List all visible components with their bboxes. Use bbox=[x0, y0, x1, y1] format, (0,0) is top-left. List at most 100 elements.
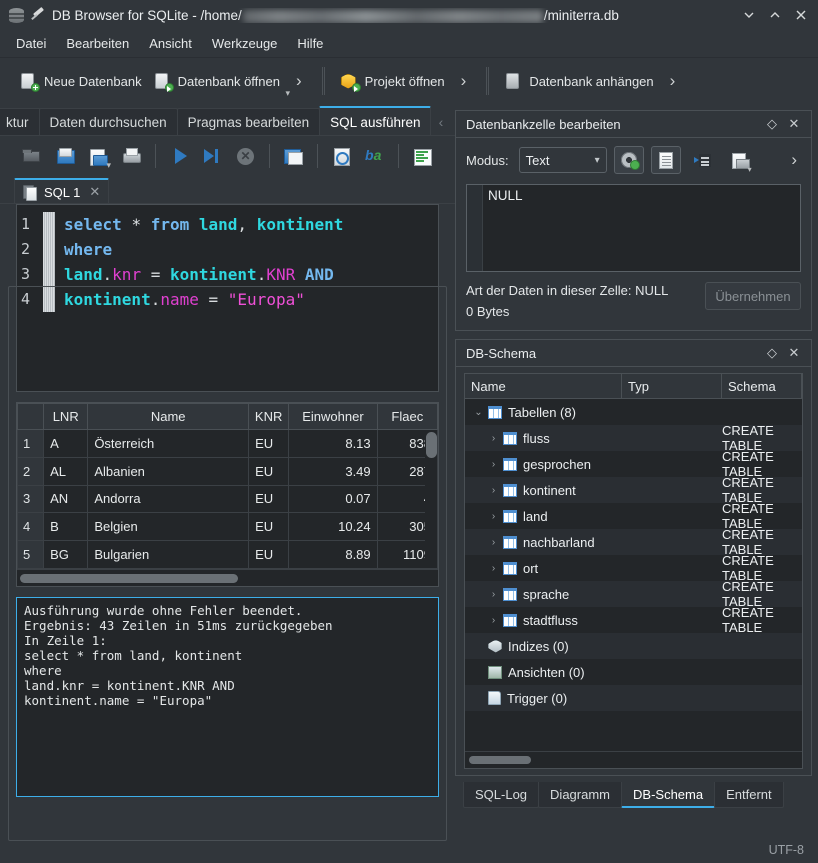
close-icon[interactable]: ✕ bbox=[783, 342, 805, 364]
chevron-right-icon[interactable]: › bbox=[487, 537, 500, 548]
save-results-button[interactable] bbox=[277, 141, 310, 171]
find-replace-button[interactable] bbox=[325, 141, 358, 171]
cell-knr[interactable]: EU bbox=[249, 513, 289, 541]
maximize-icon[interactable] bbox=[762, 2, 788, 28]
new-database-button[interactable]: Neue Datenbank bbox=[14, 69, 148, 94]
tab-prev-icon[interactable]: ‹ bbox=[432, 114, 449, 130]
cell-knr[interactable]: EU bbox=[249, 457, 289, 485]
results-horizontal-scrollbar[interactable] bbox=[17, 569, 438, 586]
chevron-right-icon[interactable]: › bbox=[487, 511, 500, 522]
float-icon[interactable]: ◇ bbox=[761, 113, 783, 135]
cell-lnr[interactable]: B bbox=[44, 513, 88, 541]
results-corner-header[interactable] bbox=[18, 404, 44, 430]
chevron-right-icon[interactable]: › bbox=[487, 589, 500, 600]
toolbar-overflow-3[interactable]: › bbox=[660, 71, 686, 91]
schema-col-name[interactable]: Name bbox=[465, 374, 622, 399]
results-vertical-scrollbar[interactable] bbox=[425, 430, 437, 568]
schema-tree-row[interactable]: ›stadtflussCREATE TABLE bbox=[465, 607, 802, 633]
close-icon[interactable]: ✕ bbox=[783, 113, 805, 135]
results-column-header[interactable]: LNR bbox=[44, 404, 88, 430]
table-row[interactable]: 5BGBulgarienEU8.891109 bbox=[18, 541, 438, 569]
cell-knr[interactable]: EU bbox=[249, 430, 289, 458]
float-icon[interactable]: ◇ bbox=[761, 342, 783, 364]
chevron-down-icon[interactable]: ▾ bbox=[285, 88, 290, 99]
schema-tree-row[interactable]: ›flussCREATE TABLE bbox=[465, 425, 802, 451]
format-sql-button[interactable] bbox=[406, 141, 439, 171]
save-sql-file-button[interactable]: ▾ bbox=[82, 141, 115, 171]
tab-daten-durchsuchen[interactable]: Daten durchsuchen bbox=[39, 108, 178, 136]
apply-data-button[interactable] bbox=[614, 146, 644, 174]
cell-toolbar-overflow[interactable]: › bbox=[785, 150, 803, 170]
open-project-button[interactable]: Projekt öffnen bbox=[335, 69, 451, 94]
close-icon[interactable]: ✕ bbox=[89, 184, 100, 200]
row-header[interactable]: 2 bbox=[18, 457, 44, 485]
chevron-right-icon[interactable]: › bbox=[487, 615, 500, 626]
cell-knr[interactable]: EU bbox=[249, 485, 289, 513]
tab-datenbankstruktur[interactable]: ktur bbox=[0, 108, 40, 136]
cell-lnr[interactable]: BG bbox=[44, 541, 88, 569]
cell-name[interactable]: Albanien bbox=[88, 457, 249, 485]
schema-col-typ[interactable]: Typ bbox=[622, 374, 722, 399]
cell-knr[interactable]: EU bbox=[249, 541, 289, 569]
menu-werkzeuge[interactable]: Werkzeuge bbox=[202, 33, 288, 54]
table-row[interactable]: 1AÖsterreichEU8.13838 bbox=[18, 430, 438, 458]
mode-select[interactable]: Text ▾ bbox=[519, 147, 607, 173]
sql-doc-tab-1[interactable]: SQL 1 ✕ bbox=[14, 178, 109, 204]
pin-icon[interactable] bbox=[30, 7, 46, 23]
execution-log[interactable]: Ausführung wurde ohne Fehler beendet. Er… bbox=[16, 597, 439, 797]
results-column-header[interactable]: Name bbox=[88, 404, 249, 430]
schema-tree-row[interactable]: ⌄Tabellen (8) bbox=[465, 399, 802, 425]
results-grid[interactable]: LNRNameKNREinwohnerFlaec1AÖsterreichEU8.… bbox=[16, 402, 439, 587]
cell-lnr[interactable]: A bbox=[44, 430, 88, 458]
close-icon[interactable] bbox=[788, 2, 814, 28]
row-header[interactable]: 5 bbox=[18, 541, 44, 569]
open-database-button[interactable]: Datenbank öffnen ▾ bbox=[148, 69, 286, 94]
auto-complete-button[interactable]: ba bbox=[358, 141, 391, 171]
table-row[interactable]: 2ALAlbanienEU3.49287 bbox=[18, 457, 438, 485]
schema-tree-row[interactable]: Ansichten (0) bbox=[465, 659, 802, 685]
apply-button[interactable]: Übernehmen bbox=[705, 282, 801, 310]
open-sql-file-button[interactable] bbox=[49, 141, 82, 171]
schema-col-schema[interactable]: Schema bbox=[722, 374, 802, 399]
results-column-header[interactable]: Einwohner bbox=[289, 404, 377, 430]
dock-tab-diagramm[interactable]: Diagramm bbox=[538, 782, 622, 808]
results-column-header[interactable]: KNR bbox=[249, 404, 289, 430]
minimize-icon[interactable] bbox=[736, 2, 762, 28]
chevron-down-icon[interactable]: ▾ bbox=[748, 165, 752, 174]
sql-code-text[interactable]: select * from land, kontinentwhereland.k… bbox=[55, 205, 438, 391]
cell-einwohner[interactable]: 8.13 bbox=[289, 430, 377, 458]
tab-pragmas-bearbeiten[interactable]: Pragmas bearbeiten bbox=[177, 108, 321, 136]
chevron-right-icon[interactable]: › bbox=[487, 433, 500, 444]
schema-tree-row[interactable]: ›spracheCREATE TABLE bbox=[465, 581, 802, 607]
menu-hilfe[interactable]: Hilfe bbox=[287, 33, 333, 54]
execute-line-button[interactable] bbox=[196, 141, 229, 171]
schema-tree-box[interactable]: Name Typ Schema ⌄Tabellen (8)›flussCREAT… bbox=[464, 373, 803, 769]
row-header[interactable]: 3 bbox=[18, 485, 44, 513]
chevron-right-icon[interactable]: › bbox=[487, 459, 500, 470]
menu-datei[interactable]: Datei bbox=[6, 33, 56, 54]
cell-value-editor[interactable]: NULL bbox=[466, 184, 801, 272]
chevron-down-icon[interactable]: ▾ bbox=[106, 160, 111, 171]
new-tab-button[interactable] bbox=[16, 141, 49, 171]
attach-database-button[interactable]: Datenbank anhängen bbox=[499, 69, 659, 94]
toolbar-overflow-2[interactable]: › bbox=[451, 71, 477, 91]
execute-all-button[interactable] bbox=[163, 141, 196, 171]
set-as-null-button[interactable] bbox=[688, 146, 718, 174]
dock-tab-sql-log[interactable]: SQL-Log bbox=[463, 782, 539, 808]
schema-tree-row[interactable]: ›landCREATE TABLE bbox=[465, 503, 802, 529]
sql-editor[interactable]: 1 2 3 4 select * from land, kontinentwhe… bbox=[16, 204, 439, 392]
dock-tab-db-schema[interactable]: DB-Schema bbox=[621, 782, 715, 808]
menu-bearbeiten[interactable]: Bearbeiten bbox=[56, 33, 139, 54]
schema-tree-row[interactable]: ›ortCREATE TABLE bbox=[465, 555, 802, 581]
cell-name[interactable]: Bulgarien bbox=[88, 541, 249, 569]
cell-lnr[interactable]: AL bbox=[44, 457, 88, 485]
tab-sql-ausfuehren[interactable]: SQL ausführen bbox=[319, 106, 431, 136]
table-row[interactable]: 3ANAndorraEU0.074 bbox=[18, 485, 438, 513]
cell-einwohner[interactable]: 0.07 bbox=[289, 485, 377, 513]
menu-ansicht[interactable]: Ansicht bbox=[139, 33, 202, 54]
chevron-right-icon[interactable]: › bbox=[487, 563, 500, 574]
schema-tree-row[interactable]: Indizes (0) bbox=[465, 633, 802, 659]
cell-name[interactable]: Andorra bbox=[88, 485, 249, 513]
stop-button[interactable]: ✕ bbox=[229, 141, 262, 171]
dock-tab-entfernt[interactable]: Entfernt bbox=[714, 782, 784, 808]
